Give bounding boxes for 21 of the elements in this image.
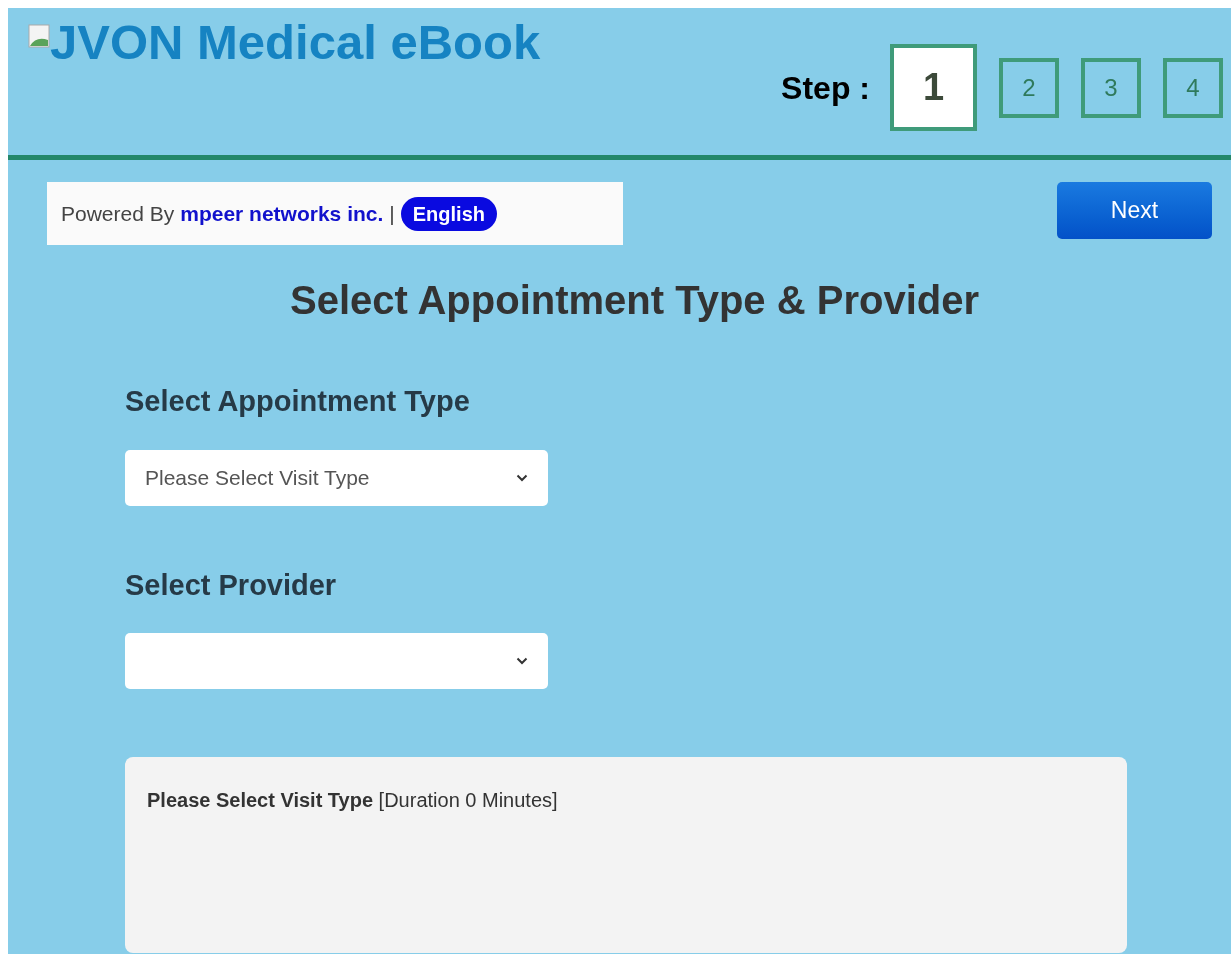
step-indicator: 1 [890,44,977,131]
chevron-down-icon [516,657,528,665]
dropdown-field[interactable]: Please Select Visit Type [125,449,548,506]
page-heading: Select Appointment Type & Provider [289,277,980,324]
separator-text: | [389,200,395,227]
broken-image-icon [28,23,50,48]
visit-duration-text: Please Select Visit Type [Duration 0 Minutes] [147,789,558,811]
step-indicator: 4 [1163,57,1223,118]
dropdown-field[interactable] [125,633,548,689]
chevron-down-icon [516,473,528,482]
step-label: Step : [781,68,870,108]
step-indicator: 2 [999,57,1059,118]
step-indicator: 3 [1081,57,1141,118]
language-button[interactable]: English [400,196,497,231]
app-title: JVON Medical eBook [50,18,541,67]
field-label: Select Provider [125,567,338,603]
next-button[interactable]: Next [1057,182,1212,239]
powered-by-text: Powered By [61,200,175,227]
company-link[interactable]: mpeer networks inc. [180,197,384,230]
dropdown-value: Please Select Visit Type [145,464,370,491]
field-label: Select Appointment Type [125,384,471,419]
